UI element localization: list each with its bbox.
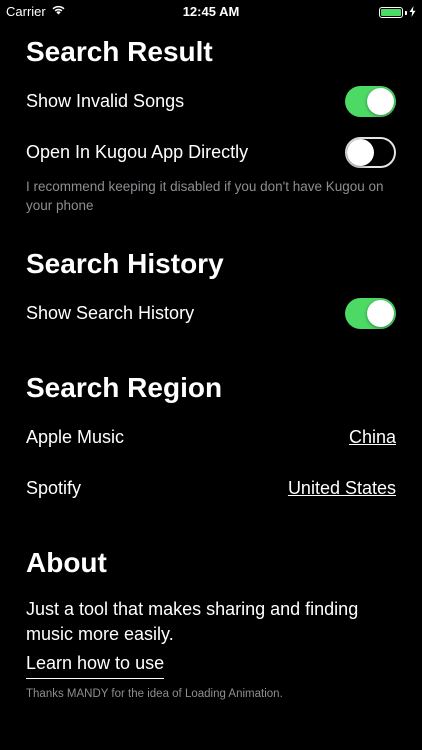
search-result-title: Search Result <box>26 36 213 67</box>
kugou-note: I recommend keeping it disabled if you d… <box>26 179 384 213</box>
status-bar: Carrier 12:45 AM <box>0 0 422 24</box>
credits-text: Thanks MANDY for the idea of Loading Ani… <box>26 688 283 700</box>
status-time: 12:45 AM <box>182 4 240 19</box>
about-description: Just a tool that makes sharing and findi… <box>26 599 359 644</box>
search-region-title: Search Region <box>26 372 223 403</box>
toggle-knob <box>347 139 374 166</box>
show-invalid-songs-toggle[interactable] <box>345 86 396 117</box>
toggle-knob <box>367 300 394 327</box>
about-title: About <box>26 547 107 578</box>
show-search-history-label: Show Search History <box>26 303 195 323</box>
toggle-knob <box>367 88 394 115</box>
open-in-kugou-label: Open In Kugou App Directly <box>26 142 249 162</box>
battery-group <box>379 5 416 20</box>
show-search-history-toggle[interactable] <box>345 298 396 329</box>
battery-icon <box>379 7 403 18</box>
search-history-title: Search History <box>26 248 224 279</box>
battery-level <box>381 9 401 16</box>
open-in-kugou-toggle[interactable] <box>345 137 396 168</box>
show-invalid-songs-label: Show Invalid Songs <box>26 91 185 111</box>
apple-music-region-link[interactable]: China <box>349 425 396 449</box>
learn-how-to-use-link[interactable]: Learn how to use <box>26 651 165 679</box>
spotify-label: Spotify <box>26 478 82 498</box>
charging-bolt-icon <box>409 5 416 20</box>
apple-music-label: Apple Music <box>26 427 125 447</box>
spotify-region-link[interactable]: United States <box>288 476 396 500</box>
battery-nub <box>405 10 407 15</box>
